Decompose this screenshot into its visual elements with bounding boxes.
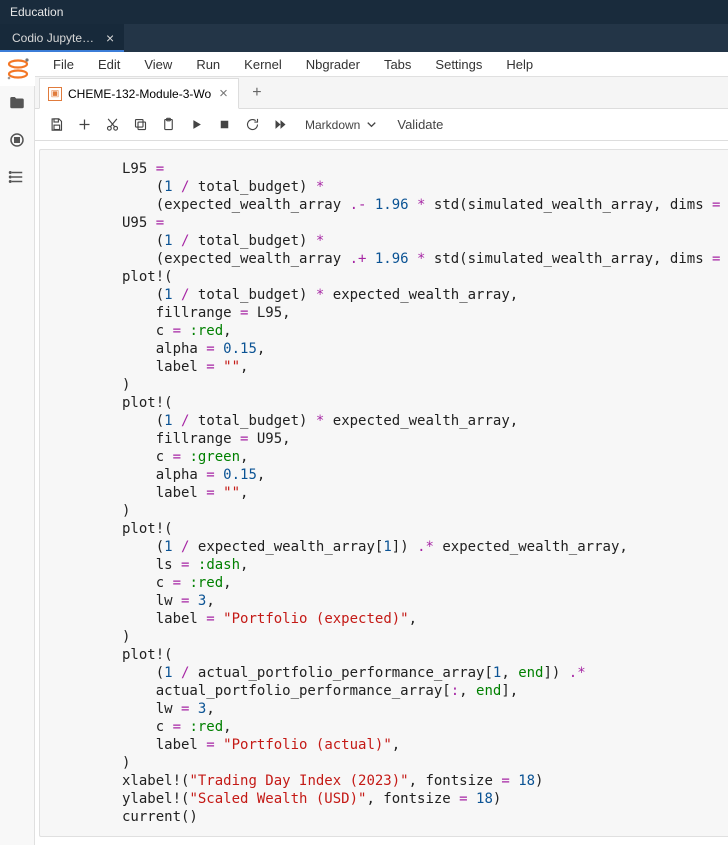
left-column: [0, 52, 35, 845]
validate-button[interactable]: Validate: [397, 117, 443, 132]
chevron-down-icon: [364, 117, 379, 132]
run-button[interactable]: [185, 114, 207, 136]
notebook-toolbar: Markdown Validate: [35, 109, 728, 141]
close-icon[interactable]: ×: [217, 86, 230, 101]
add-tab-button[interactable]: +: [243, 77, 271, 108]
copy-button[interactable]: [129, 114, 151, 136]
menu-edit[interactable]: Edit: [88, 53, 130, 76]
jupyter-logo[interactable]: [5, 56, 31, 82]
menu-help[interactable]: Help: [496, 53, 543, 76]
celltype-select[interactable]: Markdown: [299, 116, 385, 133]
restart-run-all-button[interactable]: [269, 114, 291, 136]
running-icon[interactable]: [8, 131, 26, 152]
browser-tab[interactable]: Codio Jupyte… ×: [0, 24, 124, 52]
menu-nbgrader[interactable]: Nbgrader: [296, 53, 370, 76]
code-cell[interactable]: L95 = (1 / total_budget) * (expected_wea…: [39, 149, 728, 837]
insert-cell-button[interactable]: [73, 114, 95, 136]
menu-kernel[interactable]: Kernel: [234, 53, 292, 76]
cut-button[interactable]: [101, 114, 123, 136]
document-tabbar: ▣ CHEME-132-Module-3-Wo × +: [35, 77, 728, 109]
close-icon[interactable]: ×: [104, 31, 116, 45]
cell-source[interactable]: L95 = (1 / total_budget) * (expected_wea…: [118, 150, 728, 836]
menubar: File Edit View Run Kernel Nbgrader Tabs …: [35, 52, 728, 77]
cell-prompt: [40, 150, 118, 836]
browser-tab-label: Codio Jupyte…: [12, 31, 94, 45]
menu-settings[interactable]: Settings: [425, 53, 492, 76]
save-button[interactable]: [45, 114, 67, 136]
window-title: Education: [10, 5, 63, 19]
menu-view[interactable]: View: [134, 53, 182, 76]
browser-tabbar: Codio Jupyte… ×: [0, 24, 728, 52]
menu-run[interactable]: Run: [186, 53, 230, 76]
restart-button[interactable]: [241, 114, 263, 136]
paste-button[interactable]: [157, 114, 179, 136]
menu-tabs[interactable]: Tabs: [374, 53, 421, 76]
menu-file[interactable]: File: [43, 53, 84, 76]
folder-icon[interactable]: [8, 94, 26, 115]
celltype-label: Markdown: [305, 118, 360, 132]
document-tab[interactable]: ▣ CHEME-132-Module-3-Wo ×: [39, 78, 239, 109]
toc-icon[interactable]: [8, 168, 26, 189]
notebook-icon: ▣: [48, 87, 62, 101]
window-titlebar: Education: [0, 0, 728, 24]
interrupt-button[interactable]: [213, 114, 235, 136]
notebook-area[interactable]: L95 = (1 / total_budget) * (expected_wea…: [35, 141, 728, 845]
document-tab-label: CHEME-132-Module-3-Wo: [68, 87, 211, 101]
